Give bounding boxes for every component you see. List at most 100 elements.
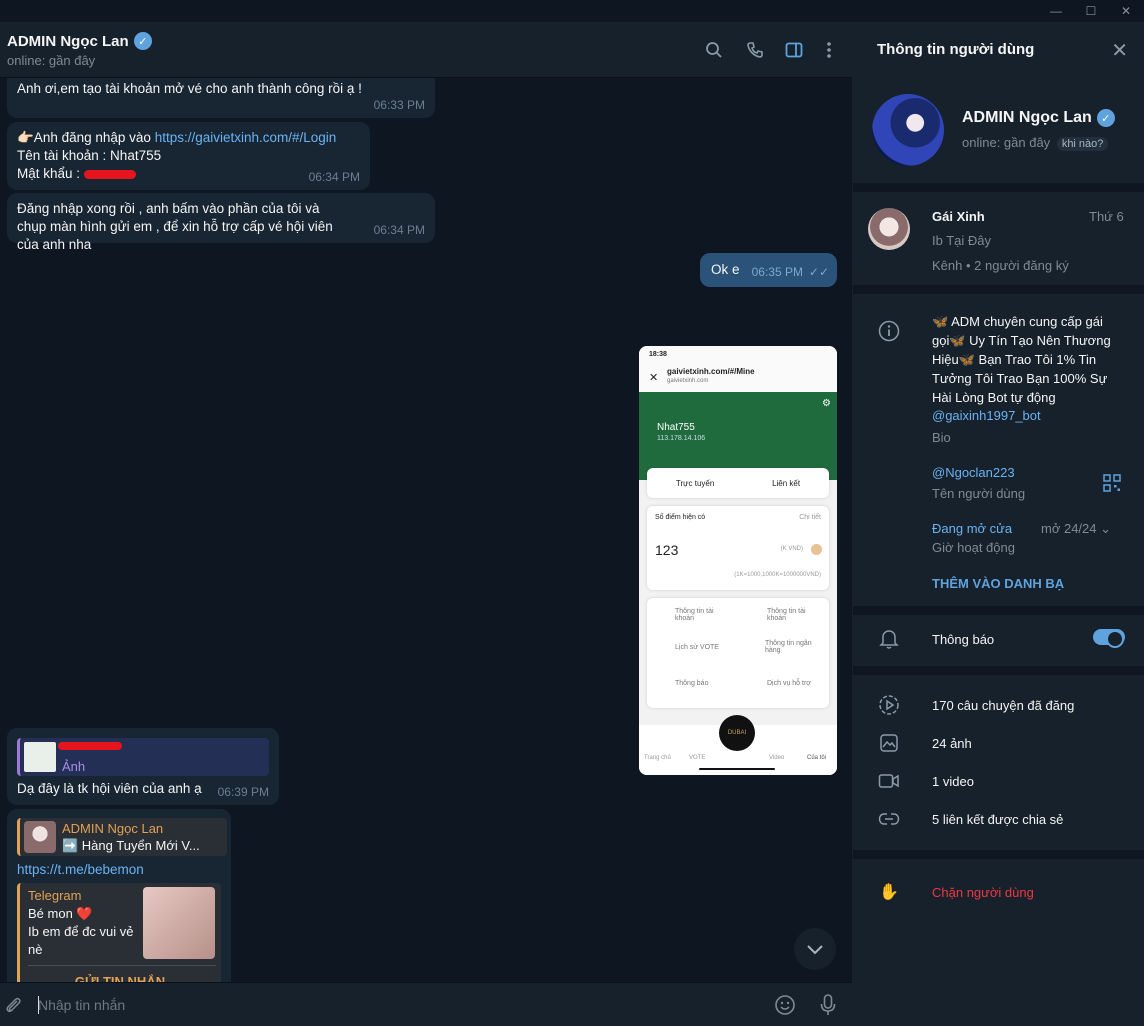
verified-icon: ✓ <box>133 32 152 50</box>
chevron-down-icon: ⌄ <box>1100 521 1112 536</box>
profile-header: Nhat755 113.178.14.106 ⚙ <box>639 392 837 480</box>
send-message-button[interactable]: GỬI TIN NHẮN <box>20 973 220 982</box>
photos-row[interactable]: 24 ảnh <box>932 736 972 751</box>
preview-image <box>143 887 215 959</box>
divider <box>853 183 1144 192</box>
when-chip[interactable]: khi nào? <box>1056 137 1109 151</box>
videos-row[interactable]: 1 video <box>932 774 974 789</box>
microphone-icon[interactable] <box>820 993 836 1022</box>
attach-icon[interactable] <box>4 995 22 1020</box>
phone-domain: gaivietxinh.com <box>667 378 709 384</box>
links-row[interactable]: 5 liên kết được chia sẻ <box>932 812 1063 827</box>
message-bubble-outgoing[interactable]: Ok e 06:35 PM ✓✓ <box>700 253 837 287</box>
profile-status: online: gần đây khi nào? <box>962 135 1109 151</box>
screenshot-image[interactable]: 18:38 ✕ gaivietxinh.com/#/Mine gaivietxi… <box>639 346 837 775</box>
redaction-mark <box>83 169 136 179</box>
message-text: Dạ đây là tk hội viên của anh ạ <box>17 781 202 796</box>
login-link[interactable]: https://gaivietxinh.com/#/Login <box>155 130 337 145</box>
channel-name[interactable]: Gái Xinh <box>932 209 985 224</box>
close-icon: ✕ <box>649 372 659 384</box>
username-link[interactable]: @Ngoclan223 <box>932 465 1015 480</box>
ss-menu-grid: Thông tin tài khoản Thông tin tài khoản … <box>647 598 829 708</box>
coin-icon <box>811 544 822 555</box>
forward-avatar <box>24 821 56 853</box>
forward-text: ➡️ Hàng Tuyển Mới V... <box>62 838 200 853</box>
bio-bot-link[interactable]: @gaixinh1997_bot <box>932 408 1041 423</box>
message-list[interactable]: Anh ơi,em tạo tài khoản mở vé cho anh th… <box>0 78 852 982</box>
emoji-icon[interactable] <box>774 994 796 1021</box>
profile-name-row: ADMIN Ngọc Lan ✓ <box>962 109 1115 127</box>
close-icon[interactable]: ✕ <box>1111 38 1128 63</box>
ss-bottom-nav: Trang chủ VOTE DUBAI Video Của tôi <box>639 715 837 775</box>
chat-title[interactable]: ADMIN Ngọc Lan ✓ <box>7 32 152 50</box>
bio-text: 🦋 ADM chuyên cung cấp gái gọi🦋 Uy Tín Tạ… <box>932 314 1111 405</box>
stories-row[interactable]: 170 câu chuyện đã đăng <box>932 698 1074 713</box>
message-text: Tên tài khoản : Nhat755 <box>17 148 162 163</box>
telegram-link[interactable]: https://t.me/bebemon <box>17 861 144 879</box>
message-composer: Nhập tin nhắn <box>0 982 852 1026</box>
settings-icon: ⚙ <box>822 398 831 409</box>
message-text: Đăng nhập xong rồi , anh bấm vào phần củ… <box>17 201 333 252</box>
add-contact-button[interactable]: THÊM VÀO DANH BẠ <box>932 576 1064 591</box>
message-time: 06:33 PM <box>373 98 425 112</box>
ss-grid-item: Thông tin ngân hàng <box>765 640 812 654</box>
block-user-button[interactable]: Chặn người dùng <box>932 885 1034 900</box>
notifications-toggle[interactable] <box>1093 629 1125 648</box>
ss-nav-item: Video <box>769 755 785 761</box>
message-bubble[interactable]: Ảnh Dạ đây là tk hội viên của anh ạ 06:3… <box>7 728 279 805</box>
message-bubble[interactable]: Anh ơi,em tạo tài khoản mở vé cho anh th… <box>7 78 435 118</box>
verified-icon: ✓ <box>1096 109 1115 127</box>
message-time: 06:34 PM <box>308 170 360 184</box>
minimize-icon[interactable]: — <box>1038 0 1074 22</box>
message-input[interactable]: Nhập tin nhắn <box>38 997 125 1013</box>
ss-points-card: Số điểm hiện có Chi tiết 123 (K VND) (1K… <box>647 506 829 590</box>
message-text: Mật khẩu : <box>17 166 81 181</box>
bell-icon <box>877 627 901 651</box>
preview-desc: Ib em để đc vui vẻ nè <box>28 924 134 957</box>
divider <box>853 285 1144 294</box>
phone-clock: 18:38 <box>649 351 667 358</box>
phone-body: Trực tuyến Liên kết Số điểm hiện có Chi … <box>639 468 837 775</box>
channel-avatar[interactable] <box>868 208 910 250</box>
reply-label: Ảnh <box>62 759 86 774</box>
message-text: 👉🏻Anh đăng nhập vào <box>17 130 151 145</box>
profile-name: ADMIN Ngọc Lan <box>962 109 1092 126</box>
reply-quote[interactable]: Ảnh <box>17 738 269 776</box>
panel-title: Thông tin người dùng <box>877 41 1035 58</box>
link-icon <box>877 807 901 831</box>
info-icon <box>877 319 901 343</box>
more-icon[interactable] <box>818 39 840 61</box>
hours-dropdown[interactable]: mở 24/24 ⌄ <box>1041 521 1111 537</box>
ss-nav-item: Của tôi <box>807 755 827 761</box>
avatar[interactable] <box>872 94 944 166</box>
ss-nav-item: VOTE <box>689 755 706 761</box>
message-bubble[interactable]: Đăng nhập xong rồi , anh bấm vào phần củ… <box>7 193 435 252</box>
chat-area: ADMIN Ngọc Lan ✓ online: gần đây Anh ơi,… <box>0 22 852 1026</box>
close-window-icon[interactable]: ✕ <box>1108 0 1144 22</box>
phone-url: gaivietxinh.com/#/Mine <box>667 367 755 376</box>
phone-icon[interactable] <box>744 39 766 61</box>
user-info-panel: Thông tin người dùng ✕ ADMIN Ngọc Lan ✓ … <box>853 22 1144 1026</box>
preview-title: Bé mon ❤️ <box>28 906 93 921</box>
online-text: online: gần đây <box>962 135 1051 150</box>
block-hand-icon: ✋ <box>879 884 899 901</box>
search-icon[interactable] <box>703 39 725 61</box>
hours-value: mở 24/24 <box>1041 521 1097 536</box>
forwarded-quote[interactable]: ADMIN Ngọc Lan ➡️ Hàng Tuyển Mới V... <box>17 818 227 856</box>
ss-nav-item: Trang chủ <box>644 755 671 761</box>
qr-code-icon[interactable] <box>1103 474 1121 497</box>
hours-open[interactable]: Đang mở cửa <box>932 521 1012 536</box>
message-bubble[interactable]: ADMIN Ngọc Lan ➡️ Hàng Tuyển Mới V... ht… <box>7 809 231 982</box>
link-preview[interactable]: Telegram Bé mon ❤️ Ib em để đc vui vẻ nè… <box>17 883 221 982</box>
read-checkmarks-icon: ✓✓ <box>808 265 829 279</box>
message-text: Ok e <box>711 262 740 277</box>
scroll-down-button[interactable] <box>794 928 836 970</box>
hours-label: Giờ hoạt động <box>932 540 1015 555</box>
message-bubble[interactable]: 👉🏻Anh đăng nhập vào https://gaivietxinh.… <box>7 122 370 190</box>
window-titlebar: — ☐ ✕ <box>0 0 1144 22</box>
maximize-icon[interactable]: ☐ <box>1073 0 1109 22</box>
ss-grid-item: Lịch sử VOTE <box>675 644 719 651</box>
sidebar-toggle-icon[interactable] <box>783 39 805 61</box>
chat-status: online: gần đây <box>7 53 96 68</box>
divider <box>853 666 1144 675</box>
